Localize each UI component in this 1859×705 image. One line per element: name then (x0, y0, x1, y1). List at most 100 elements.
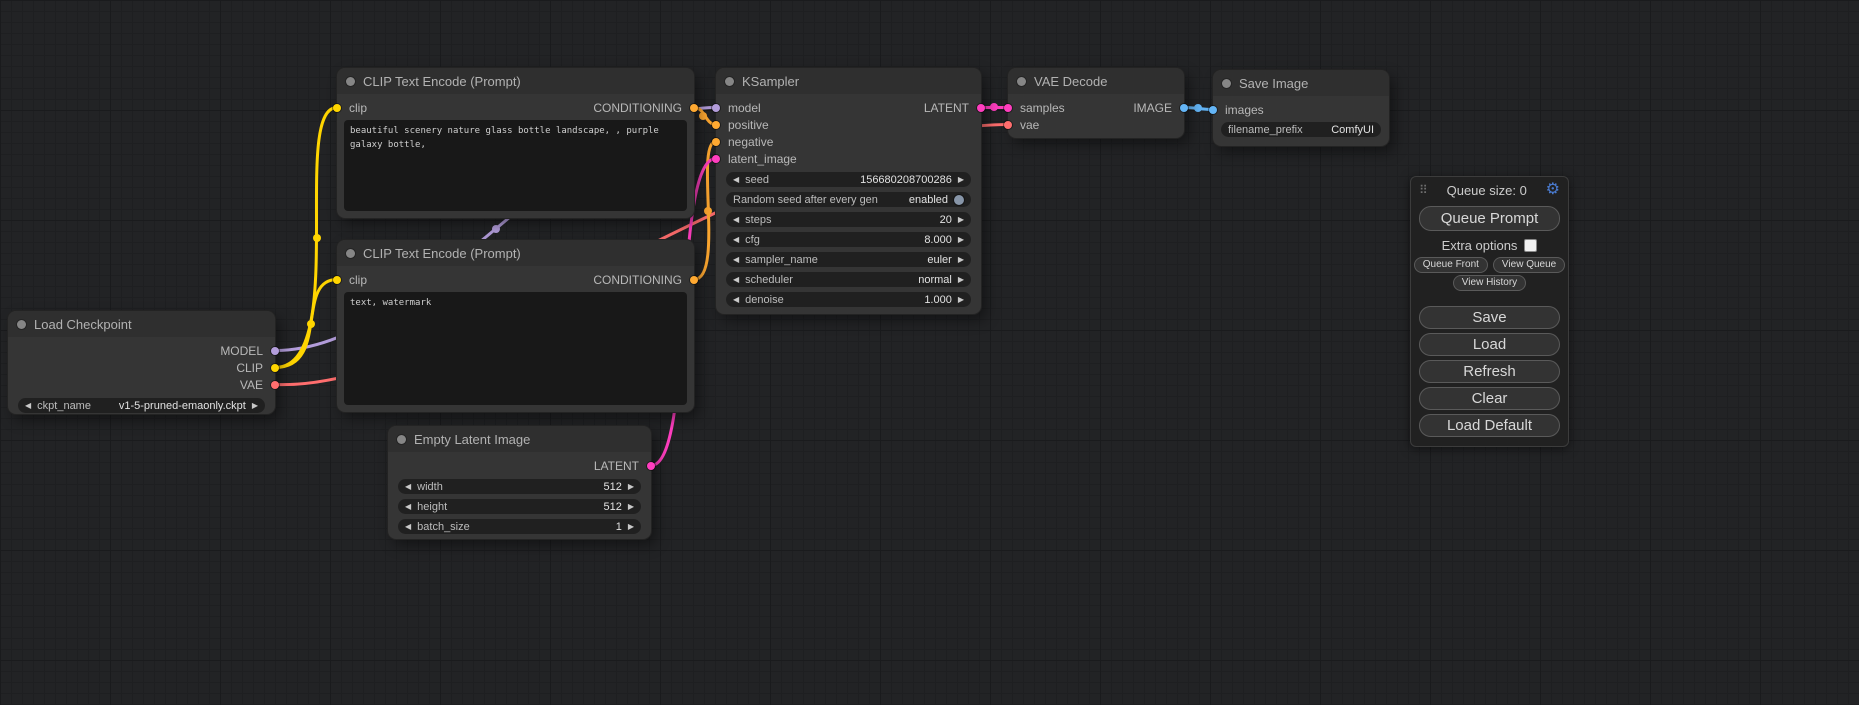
seed-number-widget[interactable]: ◀ seed 156680208700286 ▶ (726, 172, 971, 187)
increment-arrow-icon[interactable]: ▶ (628, 503, 634, 511)
decrement-arrow-icon[interactable]: ◀ (733, 296, 739, 304)
output-row-model: MODEL (8, 342, 275, 359)
link-midpoint-dot (307, 320, 315, 328)
link-midpoint-dot (492, 225, 500, 233)
port-clip-input[interactable] (333, 276, 341, 284)
negative-prompt-textarea[interactable]: text, watermark (344, 292, 687, 405)
widget-value: ComfyUI (1331, 124, 1374, 136)
queue-front-button[interactable]: Queue Front (1414, 257, 1488, 273)
collapse-dot-icon[interactable] (1017, 77, 1026, 86)
increment-arrow-icon[interactable]: ▶ (958, 236, 964, 244)
sampler-name-combo-widget[interactable]: ◀ sampler_name euler ▶ (726, 252, 971, 267)
drag-handle-icon[interactable]: ⠿ (1419, 183, 1428, 197)
decrement-arrow-icon[interactable]: ◀ (733, 276, 739, 284)
decrement-arrow-icon[interactable]: ◀ (25, 402, 31, 410)
port-latent-image-input[interactable] (712, 155, 720, 163)
toggle-knob-icon[interactable] (954, 195, 964, 205)
collapse-dot-icon[interactable] (346, 249, 355, 258)
collapse-dot-icon[interactable] (1222, 79, 1231, 88)
denoise-number-widget[interactable]: ◀ denoise 1.000 ▶ (726, 292, 971, 307)
port-clip-output[interactable] (271, 364, 279, 372)
node-title-bar[interactable]: VAE Decode (1008, 68, 1184, 94)
port-images-input[interactable] (1209, 106, 1217, 114)
view-history-button[interactable]: View History (1453, 275, 1526, 291)
decrement-arrow-icon[interactable]: ◀ (405, 503, 411, 511)
widget-label: Random seed after every gen (733, 194, 878, 206)
node-title-bar[interactable]: CLIP Text Encode (Prompt) (337, 240, 694, 266)
node-title-bar[interactable]: Save Image (1213, 70, 1389, 96)
node-title-bar[interactable]: Load Checkpoint (8, 311, 275, 337)
collapse-dot-icon[interactable] (725, 77, 734, 86)
clear-button[interactable]: Clear (1419, 387, 1560, 410)
port-latent-output[interactable] (977, 104, 985, 112)
node-title: VAE Decode (1034, 74, 1107, 89)
collapse-dot-icon[interactable] (17, 320, 26, 329)
height-number-widget[interactable]: ◀ height 512 ▶ (398, 499, 641, 514)
port-conditioning-output[interactable] (690, 104, 698, 112)
increment-arrow-icon[interactable]: ▶ (628, 483, 634, 491)
decrement-arrow-icon[interactable]: ◀ (733, 236, 739, 244)
node-title-bar[interactable]: CLIP Text Encode (Prompt) (337, 68, 694, 94)
steps-number-widget[interactable]: ◀ steps 20 ▶ (726, 212, 971, 227)
settings-gear-icon[interactable]: ⚙ (1546, 182, 1560, 198)
decrement-arrow-icon[interactable]: ◀ (405, 523, 411, 531)
node-title-bar[interactable]: Empty Latent Image (388, 426, 651, 452)
port-latent-output[interactable] (647, 462, 655, 470)
scheduler-combo-widget[interactable]: ◀ scheduler normal ▶ (726, 272, 971, 287)
save-button[interactable]: Save (1419, 306, 1560, 329)
port-model-output[interactable] (271, 347, 279, 355)
decrement-arrow-icon[interactable]: ◀ (405, 483, 411, 491)
wire-clip-positive (275, 108, 337, 368)
increment-arrow-icon[interactable]: ▶ (958, 176, 964, 184)
increment-arrow-icon[interactable]: ▶ (958, 256, 964, 264)
filename-prefix-text-widget[interactable]: filename_prefix ComfyUI (1221, 122, 1381, 137)
load-default-button[interactable]: Load Default (1419, 414, 1560, 437)
port-image-output[interactable] (1180, 104, 1188, 112)
node-ksampler[interactable]: KSampler model LATENT positive negative … (716, 68, 981, 314)
node-vae-decode[interactable]: VAE Decode samples IMAGE vae (1008, 68, 1184, 138)
queue-prompt-button[interactable]: Queue Prompt (1419, 206, 1560, 231)
widget-label: scheduler (745, 274, 793, 286)
port-row-samples-image: samples IMAGE (1008, 99, 1184, 116)
port-vae-input[interactable] (1004, 121, 1012, 129)
port-positive-input[interactable] (712, 121, 720, 129)
decrement-arrow-icon[interactable]: ◀ (733, 176, 739, 184)
increment-arrow-icon[interactable]: ▶ (958, 296, 964, 304)
extra-options-checkbox[interactable] (1524, 239, 1537, 252)
collapse-dot-icon[interactable] (397, 435, 406, 444)
decrement-arrow-icon[interactable]: ◀ (733, 256, 739, 264)
port-label-images: images (1225, 103, 1264, 117)
ckpt-name-combo-widget[interactable]: ◀ ckpt_name v1-5-pruned-emaonly.ckpt ▶ (18, 398, 265, 413)
port-row-positive: positive (716, 116, 981, 133)
port-conditioning-output[interactable] (690, 276, 698, 284)
view-queue-button[interactable]: View Queue (1493, 257, 1565, 273)
port-samples-input[interactable] (1004, 104, 1012, 112)
random-seed-toggle-widget[interactable]: Random seed after every gen enabled (726, 192, 971, 207)
refresh-button[interactable]: Refresh (1419, 360, 1560, 383)
load-button[interactable]: Load (1419, 333, 1560, 356)
node-load-checkpoint[interactable]: Load Checkpoint MODEL CLIP VAE ◀ ckpt_na… (8, 311, 275, 414)
batch-size-number-widget[interactable]: ◀ batch_size 1 ▶ (398, 519, 641, 534)
port-vae-output[interactable] (271, 381, 279, 389)
cfg-number-widget[interactable]: ◀ cfg 8.000 ▶ (726, 232, 971, 247)
increment-arrow-icon[interactable]: ▶ (958, 216, 964, 224)
port-negative-input[interactable] (712, 138, 720, 146)
node-title-bar[interactable]: KSampler (716, 68, 981, 94)
positive-prompt-textarea[interactable]: beautiful scenery nature glass bottle la… (344, 120, 687, 211)
port-clip-input[interactable] (333, 104, 341, 112)
node-clip-text-encode-positive[interactable]: CLIP Text Encode (Prompt) clip CONDITION… (337, 68, 694, 218)
node-clip-text-encode-negative[interactable]: CLIP Text Encode (Prompt) clip CONDITION… (337, 240, 694, 412)
port-model-input[interactable] (712, 104, 720, 112)
link-midpoint-dot (704, 207, 712, 215)
increment-arrow-icon[interactable]: ▶ (628, 523, 634, 531)
increment-arrow-icon[interactable]: ▶ (252, 402, 258, 410)
port-row-model-latent: model LATENT (716, 99, 981, 116)
widget-value: 512 (603, 481, 621, 493)
width-number-widget[interactable]: ◀ width 512 ▶ (398, 479, 641, 494)
increment-arrow-icon[interactable]: ▶ (958, 276, 964, 284)
node-empty-latent-image[interactable]: Empty Latent Image LATENT ◀ width 512 ▶ … (388, 426, 651, 539)
decrement-arrow-icon[interactable]: ◀ (733, 216, 739, 224)
node-save-image[interactable]: Save Image images filename_prefix ComfyU… (1213, 70, 1389, 146)
collapse-dot-icon[interactable] (346, 77, 355, 86)
link-midpoint-dot (699, 112, 707, 120)
